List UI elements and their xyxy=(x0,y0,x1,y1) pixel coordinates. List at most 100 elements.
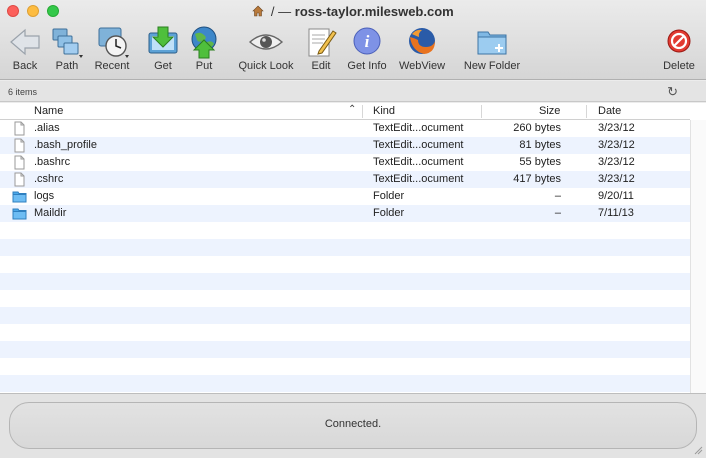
toolbar: / — ross-taylor.milesweb.com Back Path R… xyxy=(0,0,706,80)
webview-label: WebView xyxy=(398,60,446,72)
column-header-date[interactable]: Date xyxy=(598,105,621,117)
cell-date: 3/23/12 xyxy=(598,139,635,151)
cell-kind: TextEdit...ocument xyxy=(373,139,464,151)
document-icon xyxy=(14,121,25,136)
eye-icon xyxy=(248,34,284,50)
connection-status: Connected. xyxy=(9,402,697,449)
cell-kind: Folder xyxy=(373,207,405,219)
table-row[interactable]: Maildir Folder – 7/11/13 xyxy=(0,205,690,222)
column-header-name[interactable]: Name xyxy=(34,105,63,117)
quick-look-button[interactable]: Quick Look xyxy=(235,25,297,72)
empty-row xyxy=(0,358,690,375)
recent-label: Recent xyxy=(94,60,130,72)
delete-button[interactable]: Delete xyxy=(660,25,698,72)
cell-date: 7/11/13 xyxy=(598,207,634,219)
cell-kind: TextEdit...ocument xyxy=(373,173,464,185)
info-icon: i xyxy=(353,27,381,55)
cell-name: Maildir xyxy=(34,207,67,219)
document-icon xyxy=(14,172,25,187)
title-path: / — xyxy=(270,4,292,19)
get-button[interactable]: Get xyxy=(144,25,182,72)
edit-label: Edit xyxy=(311,60,331,72)
folder-icon xyxy=(12,208,27,220)
cell-name: .bashrc xyxy=(34,156,71,168)
cell-size: 55 bytes xyxy=(519,156,561,168)
get-info-label: Get Info xyxy=(347,60,387,72)
delete-icon xyxy=(667,29,691,53)
get-label: Get xyxy=(154,60,172,72)
svg-text:i: i xyxy=(365,32,370,51)
path-folders-icon xyxy=(52,28,83,58)
empty-row xyxy=(0,273,690,290)
cell-size: – xyxy=(554,190,561,202)
new-folder-icon xyxy=(477,31,507,55)
recent-clock-icon xyxy=(98,27,129,58)
cell-kind: Folder xyxy=(373,190,405,202)
cell-size: 260 bytes xyxy=(513,122,561,134)
item-count: 6 items xyxy=(8,87,38,97)
put-button[interactable]: Put xyxy=(185,25,223,72)
path-button[interactable]: Path xyxy=(48,25,86,72)
document-icon xyxy=(14,155,25,170)
info-bar: 6 items ↻ xyxy=(0,81,706,102)
home-icon xyxy=(252,5,265,17)
quick-look-label: Quick Look xyxy=(238,60,294,72)
path-label: Path xyxy=(55,60,79,72)
cell-kind: TextEdit...ocument xyxy=(373,156,464,168)
upload-globe-icon xyxy=(191,26,217,59)
cell-name: .bash_profile xyxy=(34,139,97,151)
firefox-icon xyxy=(409,28,435,54)
title-host: ross-taylor.milesweb.com xyxy=(294,4,454,19)
column-divider[interactable] xyxy=(481,105,482,118)
folder-icon xyxy=(12,191,27,203)
empty-row xyxy=(0,341,690,358)
file-list: Name ⌃ Kind Size Date .alias TextEdit...o… xyxy=(0,103,706,393)
status-text: Connected. xyxy=(324,418,382,430)
table-row[interactable]: .bash_profile TextEdit...ocument 81 bytes 3… xyxy=(0,137,690,154)
app-window: / — ross-taylor.milesweb.com Back Path R… xyxy=(0,0,706,458)
delete-label: Delete xyxy=(663,60,695,72)
table-row[interactable]: .alias TextEdit...ocument 260 bytes 3/23/12 xyxy=(0,120,690,137)
cell-size: 81 bytes xyxy=(519,139,561,151)
edit-pencil-icon xyxy=(308,28,337,57)
cell-name: logs xyxy=(34,190,55,202)
resize-grip-icon[interactable] xyxy=(693,445,703,455)
edit-button[interactable]: Edit xyxy=(303,25,339,72)
recent-button[interactable]: Recent xyxy=(91,25,133,72)
empty-row xyxy=(0,290,690,307)
empty-row xyxy=(0,256,690,273)
empty-row xyxy=(0,222,690,239)
window-title: / — ross-taylor.milesweb.com xyxy=(0,4,706,19)
document-icon xyxy=(14,138,25,153)
new-folder-label: New Folder xyxy=(463,60,521,72)
cell-date: 3/23/12 xyxy=(598,156,635,168)
column-header-size[interactable]: Size xyxy=(539,105,560,117)
get-info-button[interactable]: i Get Info xyxy=(344,25,390,72)
column-header-kind[interactable]: Kind xyxy=(373,105,395,117)
table-row[interactable]: logs Folder – 9/20/11 xyxy=(0,188,690,205)
empty-row xyxy=(0,239,690,256)
cell-date: 3/23/12 xyxy=(598,122,635,134)
cell-date: 3/23/12 xyxy=(598,173,635,185)
column-divider[interactable] xyxy=(362,105,363,118)
put-label: Put xyxy=(195,60,213,72)
table-header: Name ⌃ Kind Size Date xyxy=(0,103,690,120)
cell-name: .cshrc xyxy=(34,173,64,185)
table-row[interactable]: .cshrc TextEdit...ocument 417 bytes 3/23/12 xyxy=(0,171,690,188)
refresh-icon[interactable]: ↻ xyxy=(667,84,678,100)
empty-row xyxy=(0,324,690,341)
cell-date: 9/20/11 xyxy=(598,190,634,202)
cell-size: 417 bytes xyxy=(513,173,561,185)
webview-button[interactable]: WebView xyxy=(396,25,448,72)
back-arrow-icon xyxy=(10,28,40,56)
empty-row xyxy=(0,375,690,392)
download-icon xyxy=(148,26,178,54)
table-row[interactable]: .bashrc TextEdit...ocument 55 bytes 3/23/12 xyxy=(0,154,690,171)
scrollbar-track[interactable] xyxy=(690,120,706,393)
column-divider[interactable] xyxy=(586,105,587,118)
table-body: .alias TextEdit...ocument 260 bytes 3/23/12… xyxy=(0,120,690,392)
back-label: Back xyxy=(12,60,38,72)
sort-ascending-icon[interactable]: ⌃ xyxy=(348,104,356,115)
new-folder-button[interactable]: New Folder xyxy=(459,25,525,72)
back-button[interactable]: Back xyxy=(6,25,44,72)
